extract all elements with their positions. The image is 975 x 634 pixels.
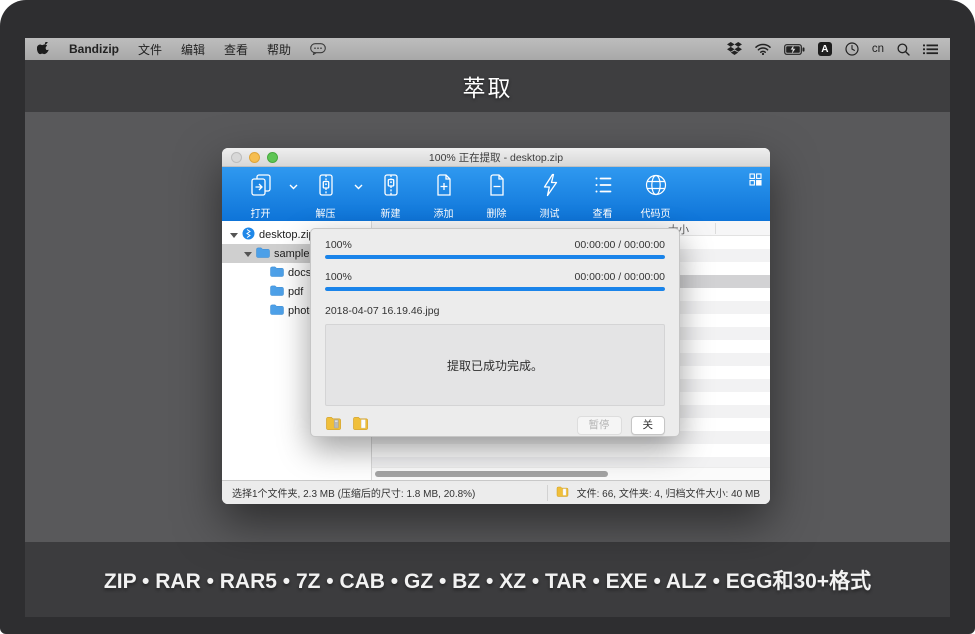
pause-button[interactable]: 暂停 [577, 416, 622, 435]
dropbox-icon[interactable] [727, 42, 742, 56]
extract-dropdown-chevron[interactable] [352, 184, 364, 190]
window-title: 100% 正在提取 - desktop.zip [222, 150, 770, 165]
horizontal-scrollbar-thumb[interactable] [375, 471, 608, 477]
window-title-bar[interactable]: 100% 正在提取 - desktop.zip [222, 148, 770, 167]
current-progress-bar [325, 287, 665, 291]
total-progress-bar-fill [325, 255, 665, 259]
open-dropdown-chevron[interactable] [287, 184, 299, 190]
formats-band: ZIP • RAR • RAR5 • 7Z • CAB • GZ • BZ • … [25, 542, 950, 617]
toolbar: 打开 解压 新建 [222, 167, 770, 221]
new-archive-icon [378, 172, 404, 203]
menu-view[interactable]: 查看 [224, 41, 248, 58]
test-button[interactable]: 测试 [523, 172, 576, 220]
wifi-icon[interactable] [755, 43, 771, 55]
extract-icon [313, 172, 339, 203]
menu-help[interactable]: 帮助 [267, 41, 291, 58]
open-output-file-icon[interactable] [352, 415, 370, 436]
view-icon [590, 172, 616, 203]
menu-file[interactable]: 文件 [138, 41, 162, 58]
hero-band: 萃取 [25, 60, 950, 112]
add-files-icon [431, 172, 457, 203]
extract-button[interactable]: 解压 [299, 172, 352, 220]
log-message: 提取已成功完成。 [447, 357, 543, 374]
current-file-name: 2018-04-07 16.19.46.jpg [325, 305, 665, 317]
zoom-window-button[interactable] [267, 152, 278, 163]
close-window-button[interactable] [231, 152, 242, 163]
log-panel: 提取已成功完成。 [325, 324, 665, 406]
total-progress-time: 00:00:00 / 00:00:00 [575, 239, 666, 251]
delete-icon [484, 172, 510, 203]
open-button[interactable]: 打开 [234, 172, 287, 220]
menu-edit[interactable]: 编辑 [181, 41, 205, 58]
view-button[interactable]: 查看 [576, 172, 629, 220]
delete-button[interactable]: 删除 [470, 172, 523, 220]
clock-icon[interactable] [845, 42, 859, 56]
menu-app-name[interactable]: Bandizip [69, 42, 119, 56]
input-method-icon[interactable]: A [818, 42, 832, 56]
input-source-label[interactable]: cn [872, 43, 884, 55]
supported-formats-text: ZIP • RAR • RAR5 • 7Z • CAB • GZ • BZ • … [104, 565, 871, 595]
minimize-window-button[interactable] [249, 152, 260, 163]
page-title: 萃取 [463, 69, 513, 103]
new-archive-button[interactable]: 新建 [364, 172, 417, 220]
feedback-bubble-icon[interactable] [310, 43, 326, 55]
add-files-button[interactable]: 添加 [417, 172, 470, 220]
page: Bandizip 文件 编辑 查看 帮助 A [0, 0, 975, 634]
battery-charging-icon[interactable] [784, 44, 805, 55]
folder-icon [270, 304, 284, 318]
total-progress-bar [325, 255, 665, 259]
total-progress-percent: 100% [325, 239, 352, 251]
status-bar: 选择1个文件夹, 2.3 MB (压缩后的尺寸: 1.8 MB, 20.8%) … [222, 480, 770, 504]
codepage-button[interactable]: 代码页 [629, 172, 682, 220]
current-progress-bar-fill [325, 287, 665, 291]
open-output-folder-icon[interactable] [325, 415, 343, 436]
column-separator[interactable] [715, 223, 716, 234]
selection-status-text: 选择1个文件夹, 2.3 MB (压缩后的尺寸: 1.8 MB, 20.8%) [232, 485, 475, 500]
disclosure-triangle-icon[interactable] [230, 231, 238, 239]
open-icon [248, 172, 274, 203]
menu-bar: Bandizip 文件 编辑 查看 帮助 A [25, 38, 950, 60]
apple-menu-icon[interactable] [37, 42, 50, 57]
archive-summary-text: 文件: 66, 文件夹: 4, 归档文件大小: 40 MB [577, 485, 760, 500]
folder-icon [270, 285, 284, 299]
horizontal-scrollbar[interactable] [372, 467, 770, 480]
notification-center-icon[interactable] [923, 44, 938, 55]
current-progress-percent: 100% [325, 271, 352, 283]
folder-icon [256, 247, 270, 261]
extraction-dialog: 100% 00:00:00 / 00:00:00 100% 00:00:00 /… [310, 228, 680, 437]
codepage-globe-icon [643, 172, 669, 203]
archive-file-icon [242, 227, 255, 243]
archive-folder-icon [556, 485, 569, 501]
current-progress-time: 00:00:00 / 00:00:00 [575, 271, 666, 283]
status-divider [547, 485, 548, 501]
spotlight-search-icon[interactable] [897, 43, 910, 56]
test-icon [537, 172, 563, 203]
disclosure-triangle-icon[interactable] [244, 250, 252, 258]
close-dialog-button[interactable]: 关 [631, 416, 666, 435]
layout-toggle-icon[interactable] [749, 173, 762, 191]
folder-icon [270, 266, 284, 280]
